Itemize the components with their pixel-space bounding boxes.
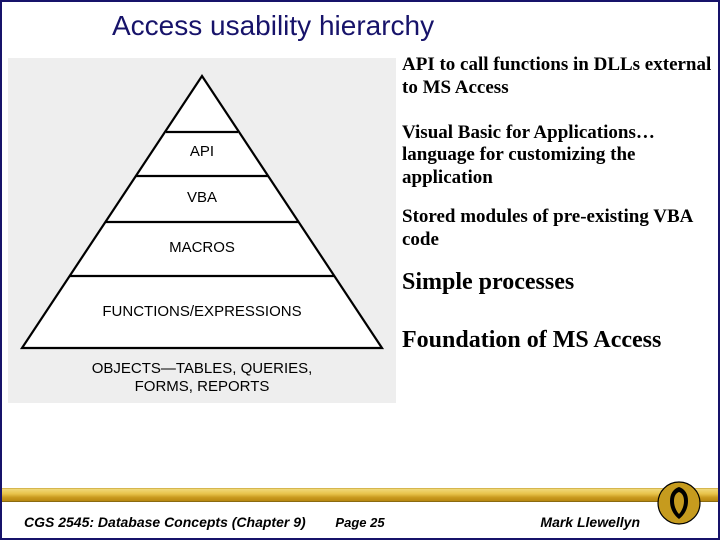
pyr-level-1-label: API [190,143,214,160]
pyr-level-4-label: FUNCTIONS/EXPRESSIONS [102,303,301,320]
footer-right: Mark Llewellyn [540,514,640,530]
pyr-base-line2: FORMS, REPORTS [135,378,270,395]
footer-divider [2,488,718,502]
annotation-functions: Simple processes [402,268,718,297]
slide: Access usability hierarchy API VBA MACRO… [0,0,720,540]
annotation-vba: Visual Basic for Applications…language f… [402,122,718,190]
university-logo-icon [656,480,702,526]
annotation-macros: Stored modules of pre-existing VBA code [402,206,718,252]
diagram-column: API VBA MACROS FUNCTIONS/EXPRESSIONS OBJ… [2,52,402,482]
annotation-foundation: Foundation of MS Access [402,326,718,355]
pyramid-icon: API VBA MACROS FUNCTIONS/EXPRESSIONS OBJ… [8,58,396,403]
pyramid-diagram: API VBA MACROS FUNCTIONS/EXPRESSIONS OBJ… [8,58,396,403]
page-title: Access usability hierarchy [2,2,718,52]
content-area: API VBA MACROS FUNCTIONS/EXPRESSIONS OBJ… [2,52,718,482]
pyr-base-line1: OBJECTS—TABLES, QUERIES, [92,360,313,377]
footer-left: CGS 2545: Database Concepts (Chapter 9) [24,514,306,530]
pyr-level-2-label: VBA [187,189,217,206]
pyr-level-3-label: MACROS [169,239,235,256]
footer: CGS 2545: Database Concepts (Chapter 9) … [2,482,718,538]
annotation-column: API to call functions in DLLs external t… [402,52,718,482]
footer-page: Page 25 [335,515,384,530]
annotation-api: API to call functions in DLLs external t… [402,54,718,100]
